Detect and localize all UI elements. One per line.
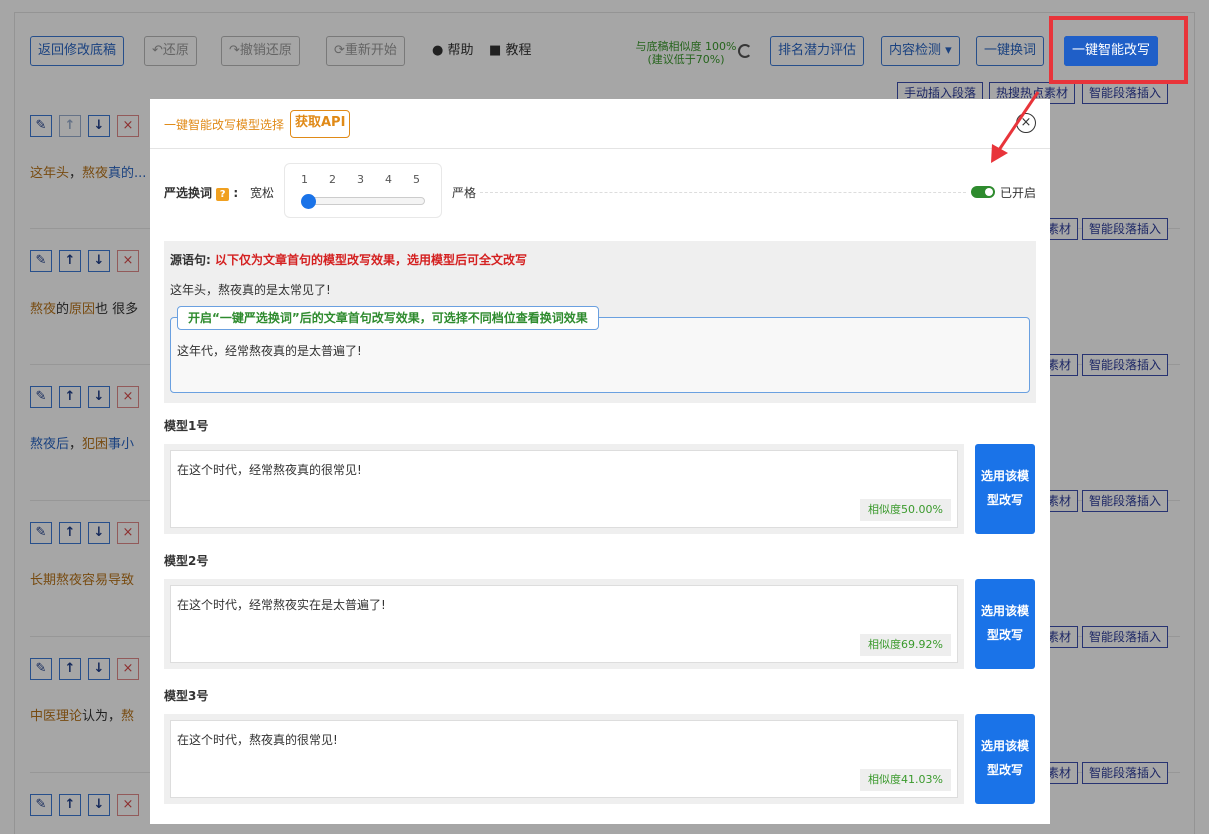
strict-selection-label: 严选换词 ? : <box>164 186 239 201</box>
model-output-panel: 在这个时代，经常熬夜实在是太普遍了! 相似度69.92% <box>164 579 964 669</box>
model-output-textarea[interactable]: 在这个时代，经常熬夜实在是太普遍了! 相似度69.92% <box>170 585 958 663</box>
strict-selection-row: 严选换词 ? : 宽松 1 2 3 4 5 严格 已开启 <box>150 163 1050 219</box>
loose-label: 宽松 <box>250 186 275 200</box>
modal-title: 一键智能改写模型选择 <box>164 118 285 132</box>
slider-tick: 2 <box>329 173 336 186</box>
preview-legend: 开启“一键严选换词”后的文章首句改写效果，可选择不同档位查看换词效果 <box>177 306 599 330</box>
model-label: 模型1号 <box>164 419 209 433</box>
slider-track[interactable] <box>303 197 425 205</box>
toggle-status-label: 已开启 <box>1000 186 1037 200</box>
use-model-label-2: 型改写 <box>986 493 1023 507</box>
model-output-text: 在这个时代，熬夜真的很常见! <box>177 733 338 747</box>
strict-preview-box: 开启“一键严选换词”后的文章首句改写效果，可选择不同档位查看换词效果 这年代，经… <box>170 306 1030 393</box>
use-model-button[interactable]: 选用该模 型改写 <box>975 579 1035 669</box>
model-output-text: 在这个时代，经常熬夜实在是太普遍了! <box>177 598 386 612</box>
source-label: 源语句: <box>170 253 211 267</box>
use-model-label-1: 选用该模 <box>980 604 1029 618</box>
source-sentence-panel: 源语句: 以下仅为文章首句的模型改写效果，选用模型后可全文改写 这年头，熬夜真的… <box>164 241 1036 403</box>
source-note: 以下仅为文章首句的模型改写效果，选用模型后可全文改写 <box>215 253 528 267</box>
model-output-textarea[interactable]: 在这个时代，经常熬夜真的很常见! 相似度50.00% <box>170 450 958 528</box>
preview-text[interactable]: 这年代，经常熬夜真的是太普遍了! <box>177 342 362 359</box>
use-model-label-2: 型改写 <box>986 763 1023 777</box>
model-label: 模型3号 <box>164 689 209 703</box>
model-output-panel: 在这个时代，经常熬夜真的很常见! 相似度50.00% <box>164 444 964 534</box>
source-sentence: 这年头，熬夜真的是太常见了! <box>170 283 331 297</box>
strict-toggle-switch[interactable] <box>971 186 995 198</box>
model-output-panel: 在这个时代，熬夜真的很常见! 相似度41.03% <box>164 714 964 804</box>
dashed-divider <box>480 192 966 193</box>
use-model-label-2: 型改写 <box>986 628 1023 642</box>
close-icon[interactable]: × <box>1016 113 1036 133</box>
slider-thumb[interactable] <box>301 194 316 209</box>
use-model-button[interactable]: 选用该模 型改写 <box>975 714 1035 804</box>
use-model-label-1: 选用该模 <box>980 739 1029 753</box>
model-similarity-badge: 相似度50.00% <box>860 499 951 521</box>
modal-header: 一键智能改写模型选择 获取API × <box>150 99 1050 149</box>
use-model-label-1: 选用该模 <box>980 469 1029 483</box>
slider-tick: 4 <box>385 173 392 186</box>
get-api-button[interactable]: 获取API <box>290 110 351 138</box>
model-similarity-badge: 相似度69.92% <box>860 634 951 656</box>
question-icon[interactable]: ? <box>216 188 230 201</box>
model-label: 模型2号 <box>164 554 209 568</box>
source-header: 源语句: 以下仅为文章首句的模型改写效果，选用模型后可全文改写 <box>170 251 527 268</box>
strict-label-text: 严选换词 <box>164 186 213 200</box>
smart-rewrite-modal: 一键智能改写模型选择 获取API × 严选换词 ? : 宽松 1 2 3 4 5… <box>150 99 1050 824</box>
model-output-textarea[interactable]: 在这个时代，熬夜真的很常见! 相似度41.03% <box>170 720 958 798</box>
model-similarity-badge: 相似度41.03% <box>860 769 951 791</box>
slider-tick: 5 <box>413 173 420 186</box>
slider-tick: 3 <box>357 173 364 186</box>
strictness-slider[interactable]: 1 2 3 4 5 <box>284 163 442 218</box>
strict-end-label: 严格 <box>452 186 477 200</box>
use-model-button[interactable]: 选用该模 型改写 <box>975 444 1035 534</box>
highlight-annotation-box <box>1049 16 1188 84</box>
model-output-text: 在这个时代，经常熬夜真的很常见! <box>177 463 362 477</box>
slider-tick: 1 <box>301 173 308 186</box>
